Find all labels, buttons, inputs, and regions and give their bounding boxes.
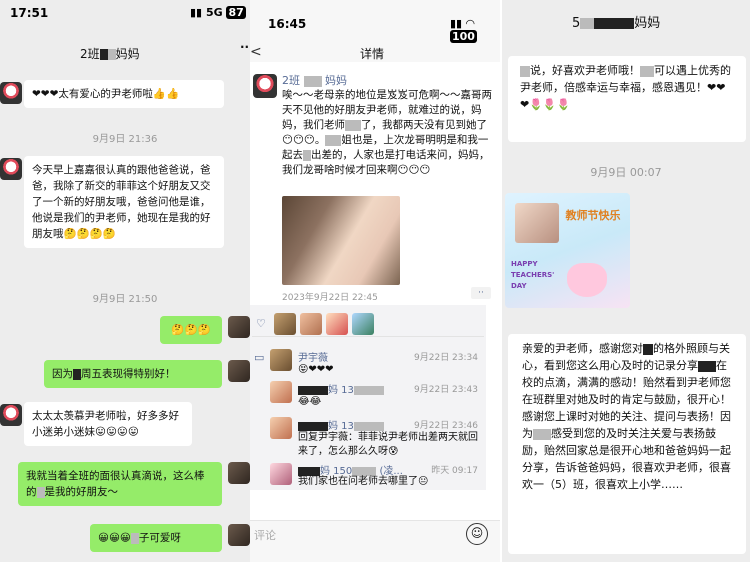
- chat-bubble: ❤❤❤太有爱心的尹老师啦👍👍: [24, 80, 224, 108]
- chat-bubble-self: 😀😀😀 子可爱呀: [90, 524, 222, 552]
- post-author[interactable]: 2班 妈妈: [282, 72, 347, 88]
- card-caption: HAPPY TEACHERS' DAY: [511, 260, 555, 290]
- commenter-avatar[interactable]: [270, 463, 292, 485]
- comment-bar: 评论 ☺: [250, 520, 500, 562]
- status-time: 17:51: [10, 6, 49, 20]
- heart-icon: [567, 263, 607, 297]
- commenter-name[interactable]: 妈 13: [298, 417, 384, 432]
- status-time: 16:45: [268, 17, 307, 31]
- photo-thumbnail: [515, 203, 559, 243]
- avatar-self: [228, 360, 250, 382]
- author-avatar[interactable]: [253, 74, 277, 98]
- chat-title: 2班 妈妈: [80, 47, 140, 61]
- commenter-avatar[interactable]: [270, 417, 292, 439]
- avatar-self: [228, 316, 250, 338]
- battery-icon: 100: [450, 30, 477, 43]
- comment-text: 我们家也在问老师去哪里了😐: [298, 476, 429, 487]
- more-button[interactable]: ···: [240, 40, 250, 54]
- timestamp: 9月9日 21:36: [92, 134, 158, 145]
- signal-icon: ▮▮: [190, 6, 203, 19]
- battery-icon: 87: [226, 6, 246, 19]
- chat-panel-left: 17:51 ▮▮ 5G 87 2班妈妈 ··· ❤❤❤太有爱心的尹老师啦👍👍 9…: [0, 0, 250, 562]
- comment-time: 9月22日 23:34: [414, 353, 478, 363]
- status-icons: ▮▮ 5G 87: [190, 6, 246, 19]
- commenter-avatar[interactable]: [270, 349, 292, 371]
- comment-input[interactable]: 评论: [254, 527, 276, 543]
- teachers-day-card-image[interactable]: 教师节快乐 HAPPY TEACHERS' DAY: [505, 193, 630, 308]
- chat-bubble-self: 我就当着全班的面很认真滴说，这么棒的 是我的好朋友～: [18, 462, 222, 506]
- card-title: 教师节快乐: [565, 209, 621, 222]
- page-title: 详情: [360, 47, 385, 61]
- comment-time: 9月22日 23:43: [414, 385, 478, 395]
- post-photo[interactable]: [282, 196, 400, 285]
- chat-bubble-self: 因为 周五表现得特别好！: [44, 360, 222, 388]
- liker-avatar[interactable]: [274, 313, 296, 335]
- avatar-self: [228, 524, 250, 546]
- avatar: [0, 404, 22, 426]
- timestamp: 9月9日 21:50: [92, 294, 158, 305]
- wifi-icon: ◠: [465, 17, 475, 30]
- comment-text: 回复尹宇薇：菲菲说尹老师出差两天就回来了，怎么那么久呀😰: [298, 432, 478, 457]
- commenter-name[interactable]: 尹宇薇: [298, 349, 328, 364]
- commenter-avatar[interactable]: [270, 381, 292, 403]
- commenter-name[interactable]: 妈 13: [298, 381, 384, 396]
- liker-avatar[interactable]: [300, 313, 322, 335]
- chat-bubble: 太太太羡慕尹老师啦，好多多好小迷弟小迷妹😛😛😛😛: [24, 402, 192, 446]
- avatar-self: [228, 462, 250, 484]
- liker-avatar[interactable]: [326, 313, 348, 335]
- signal-icon: ▮▮: [450, 17, 463, 30]
- chat-bubble: 亲爱的尹老师，感谢您对 的格外照顾与关心，看到您这么用心及时的记录分享 在校的点滴，…: [508, 334, 746, 554]
- chat-title: 5 妈妈: [572, 16, 661, 31]
- comment-text: 😝❤❤❤: [298, 364, 334, 375]
- more-actions-button[interactable]: ··: [471, 287, 491, 299]
- chat-bubble-self: 🤔🤔🤔: [160, 316, 222, 344]
- post-date: 2023年9月22日 22:45: [282, 293, 378, 303]
- network-label: 5G: [205, 6, 223, 19]
- liker-avatar[interactable]: [352, 313, 374, 335]
- avatar: [0, 158, 22, 180]
- redaction: [99, 49, 108, 60]
- emoji-icon[interactable]: ☺: [466, 523, 488, 545]
- status-icons: ▮▮ ◠ 100: [450, 17, 500, 43]
- comment-text: 😂😂: [298, 396, 322, 407]
- heart-icon: ♡: [256, 317, 266, 330]
- back-button[interactable]: <: [250, 44, 262, 60]
- likes-row: ♡: [252, 311, 484, 337]
- post-text: 唉～～老母亲的地位是岌岌可危啊～～嘉哥两天不见他的好朋友尹老师，就难过的说，妈妈…: [282, 89, 492, 176]
- comments-box: ♡ ▭ 尹宇薇 9月22日 23:34 😝❤❤❤ 妈 13 9月22日 23:4…: [250, 305, 486, 490]
- avatar: [0, 82, 22, 104]
- chat-bubble: 说，好喜欢尹老师哦！ 可以遇上优秀的尹老师，倍感幸运与幸福，感恩遇见！❤❤❤🌷🌷🌷: [508, 56, 746, 142]
- chat-bubble: 今天早上嘉嘉很认真的跟他爸爸说，爸爸，我除了新交的菲菲这个好朋友又交了一个新的好…: [24, 156, 224, 248]
- comment-time: 9月22日 23:46: [414, 421, 478, 431]
- timestamp: 9月9日 00:07: [590, 166, 662, 179]
- comment-icon: ▭: [254, 351, 265, 364]
